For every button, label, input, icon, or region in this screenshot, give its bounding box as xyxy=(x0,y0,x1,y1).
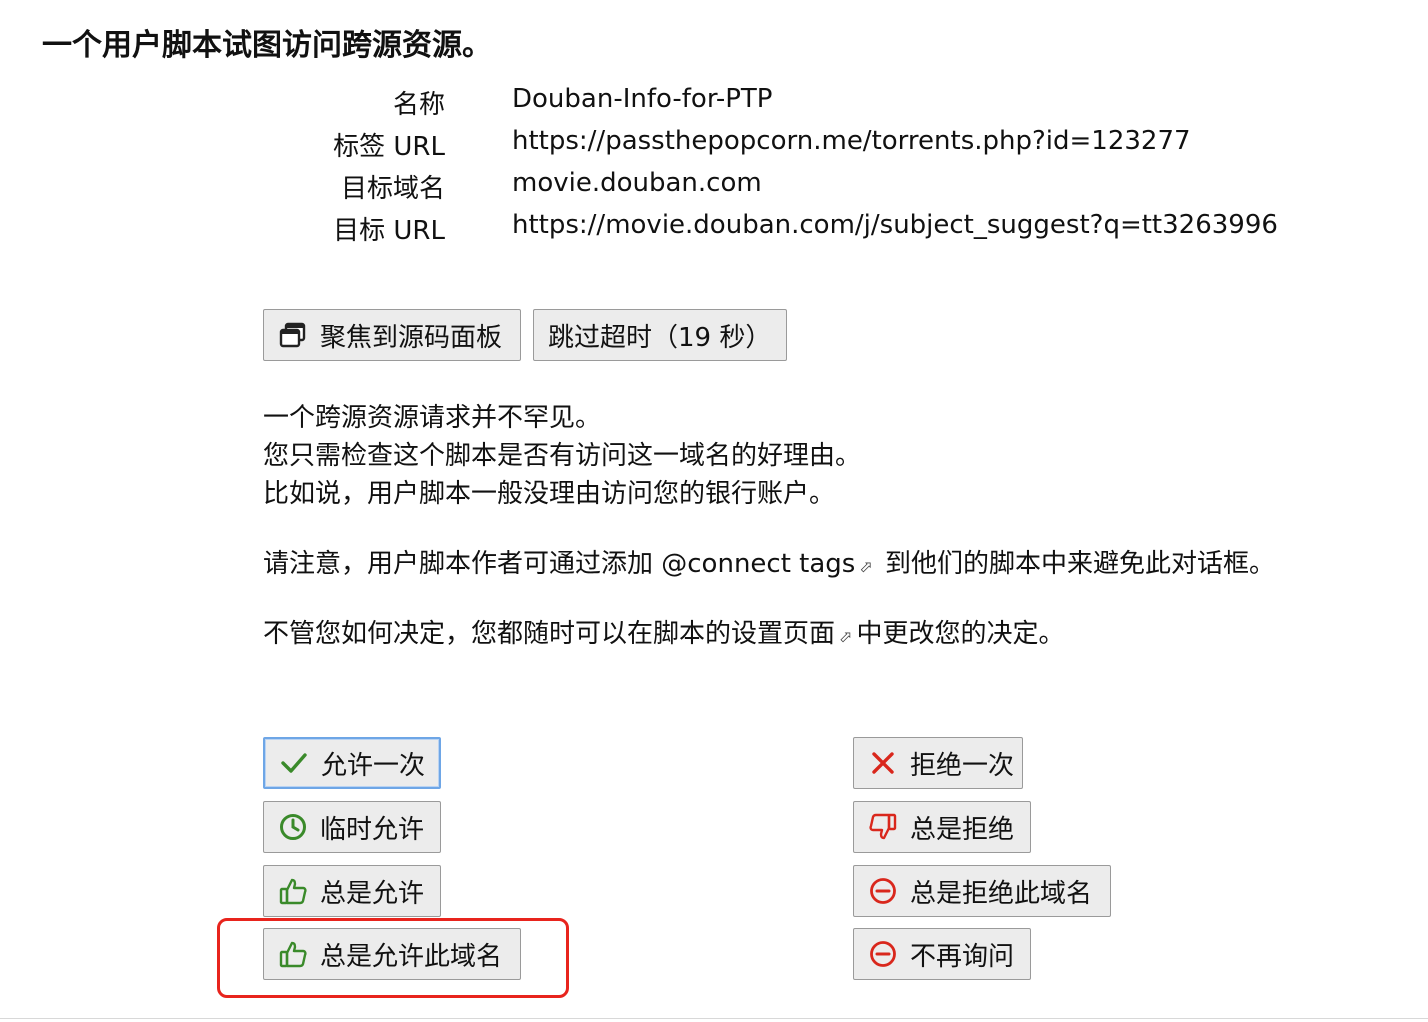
allow-temporary-button[interactable]: 临时允许 xyxy=(263,801,441,853)
explanation-line: 比如说，用户脚本一般没理由访问您的银行账户。 xyxy=(263,479,836,509)
focus-source-button[interactable]: 聚焦到源码面板 xyxy=(263,309,521,361)
allow-always-button[interactable]: 总是允许 xyxy=(263,865,441,917)
info-key: 目标域名 xyxy=(340,174,445,204)
minus-circle-icon xyxy=(868,939,898,969)
explanation-line: 一个跨源资源请求并不罕见。 xyxy=(263,403,602,433)
skip-timeout-button[interactable]: 跳过超时（19 秒） xyxy=(533,309,787,361)
permission-dialog-page: 一个用户脚本试图访问跨源资源。 名称 Douban-Info-for-PTP 标… xyxy=(0,0,1428,1022)
explanation-block: 一个跨源资源请求并不罕见。 您只需检查这个脚本是否有访问这一域名的好理由。 比如… xyxy=(263,399,861,513)
settings-note-suffix: 中更改您的决定。 xyxy=(856,619,1065,649)
settings-note: 不管您如何决定，您都随时可以在脚本的设置页面 ⬀ 中更改您的决定。 xyxy=(263,615,1064,656)
info-key: 名称 xyxy=(392,90,445,120)
minus-circle-icon xyxy=(868,876,898,906)
clock-icon xyxy=(278,812,308,842)
never-ask-button[interactable]: 不再询问 xyxy=(853,928,1031,980)
connect-note: 请注意，用户脚本作者可通过添加 @connect tags ⬀ 到他们的脚本中来避… xyxy=(263,545,1275,586)
deny-always-domain-button[interactable]: 总是拒绝此域名 xyxy=(853,865,1111,917)
skip-timeout-label: 跳过超时（19 秒） xyxy=(548,322,772,353)
info-key: 标签 URL xyxy=(333,132,445,162)
settings-page-link[interactable]: 设置页面 ⬀ xyxy=(731,619,856,649)
thumbs-up-icon xyxy=(278,876,308,906)
info-key: 目标 URL xyxy=(333,216,445,246)
deny-always-button[interactable]: 总是拒绝 xyxy=(853,801,1031,853)
allow-temporary-label: 临时允许 xyxy=(320,814,425,845)
deny-always-domain-label: 总是拒绝此域名 xyxy=(910,878,1093,909)
info-value: movie.douban.com xyxy=(512,168,762,198)
x-icon xyxy=(868,748,898,778)
thumbs-down-icon xyxy=(868,812,898,842)
info-row-target-url: 目标 URL https://movie.douban.com/j/subjec… xyxy=(0,210,1428,252)
external-link-icon: ⬀ xyxy=(839,627,853,646)
window-stack-icon xyxy=(278,320,308,350)
focus-source-label: 聚焦到源码面板 xyxy=(320,322,503,353)
info-value: https://movie.douban.com/j/subject_sugge… xyxy=(512,210,1278,240)
connect-note-suffix: 到他们的脚本中来避免此对话框。 xyxy=(876,549,1276,579)
info-row-target-domain: 目标域名 movie.douban.com xyxy=(0,168,1428,210)
connect-note-prefix: 请注意，用户脚本作者可通过添加 xyxy=(263,549,662,579)
checkmark-icon xyxy=(279,748,309,778)
deny-once-button[interactable]: 拒绝一次 xyxy=(853,737,1023,789)
deny-once-label: 拒绝一次 xyxy=(910,750,1015,781)
info-value: https://passthepopcorn.me/torrents.php?i… xyxy=(512,126,1191,156)
allow-once-button[interactable]: 允许一次 xyxy=(263,737,441,789)
highlight-annotation xyxy=(217,918,569,998)
allow-once-label: 允许一次 xyxy=(321,750,426,781)
connect-tags-link[interactable]: @connect tags ⬀ xyxy=(661,549,877,579)
explanation-line: 您只需检查这个脚本是否有访问这一域名的好理由。 xyxy=(263,441,862,471)
info-row-tab-url: 标签 URL https://passthepopcorn.me/torrent… xyxy=(0,126,1428,168)
never-ask-label: 不再询问 xyxy=(910,941,1015,972)
connect-tags-label: @connect tags xyxy=(661,549,856,579)
bottom-divider xyxy=(0,1018,1428,1019)
allow-always-label: 总是允许 xyxy=(320,878,425,909)
info-value: Douban-Info-for-PTP xyxy=(512,84,773,114)
external-link-icon: ⬀ xyxy=(859,557,873,576)
info-row-name: 名称 Douban-Info-for-PTP xyxy=(0,84,1428,126)
settings-note-prefix: 不管您如何决定，您都随时可以在脚本的 xyxy=(263,619,732,649)
settings-page-label: 设置页面 xyxy=(731,619,836,649)
deny-always-label: 总是拒绝 xyxy=(910,814,1015,845)
page-title: 一个用户脚本试图访问跨源资源。 xyxy=(42,28,492,63)
